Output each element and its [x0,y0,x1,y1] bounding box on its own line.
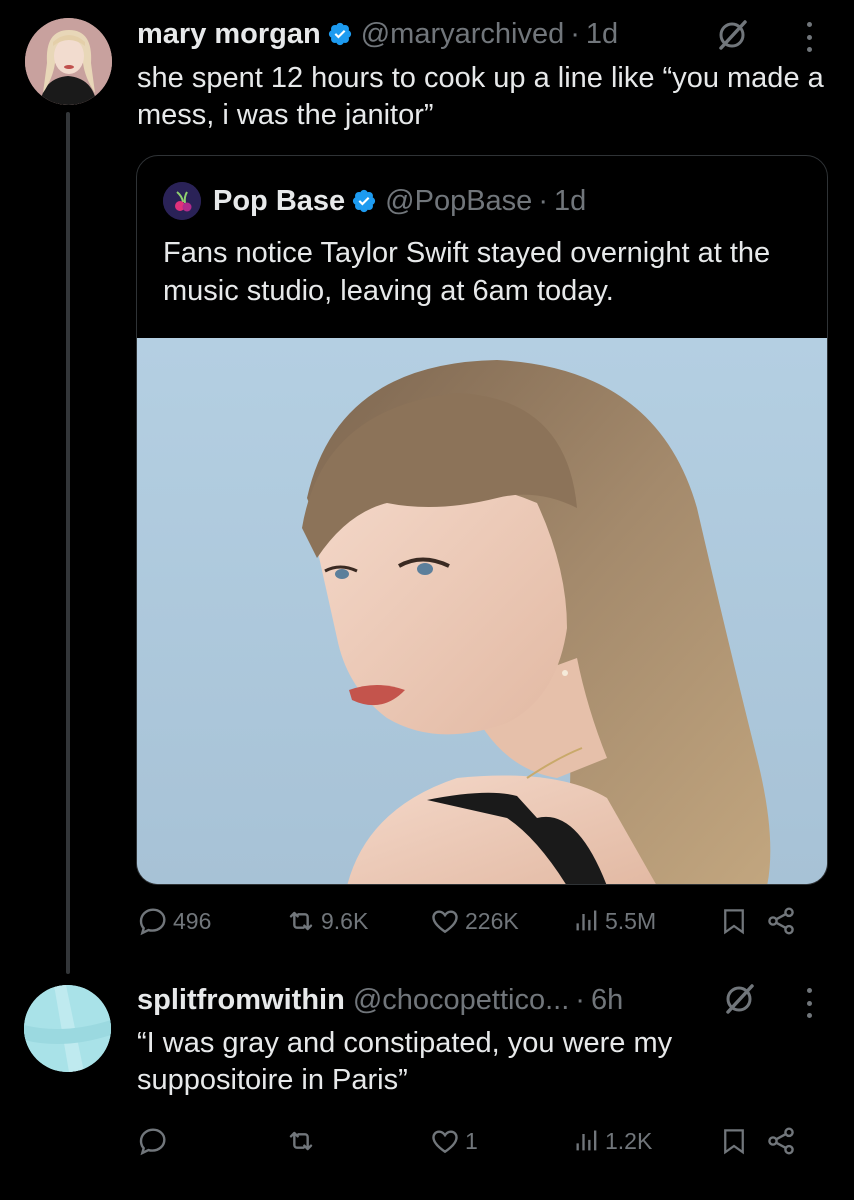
like-count: 226K [465,907,519,934]
repost-icon [289,911,313,931]
bookmark-icon [724,909,744,935]
more-options-icon[interactable] [804,988,814,1018]
views-button[interactable]: 1.2K [573,1125,652,1157]
separator-dot: · [538,184,548,217]
quoted-tweet-header: Pop Base @PopBase · 1d [163,182,586,220]
views-chart-icon [576,910,597,931]
thread-line [66,112,70,974]
author-handle[interactable]: @maryarchived [361,18,565,51]
repost-button[interactable]: 9.6K [285,905,368,937]
quoted-author-handle[interactable]: @PopBase [385,185,532,218]
quoted-avatar[interactable] [163,182,201,220]
share-button[interactable] [765,905,797,937]
grok-icon[interactable] [715,18,749,52]
bookmark-button[interactable] [719,905,749,937]
views-count: 5.5M [605,907,657,934]
repost-count: 9.6K [321,907,369,934]
repost-button[interactable] [285,1125,321,1157]
cherry-logo-icon [163,182,201,220]
quoted-author-name[interactable]: Pop Base [213,185,345,218]
share-button[interactable] [765,1125,797,1157]
reply-button[interactable]: 496 [137,905,211,937]
author-handle[interactable]: @chocopettico... [353,984,569,1017]
bookmark-button[interactable] [719,1125,749,1157]
avatar[interactable] [25,18,112,105]
reply-count: 496 [173,907,212,934]
reply-icon [139,1128,166,1156]
like-button[interactable]: 226K [429,905,519,937]
reply-icon [139,908,166,936]
tweet-actions: 1 1.2K [137,1125,817,1165]
bookmark-icon [724,1129,744,1155]
verified-badge-icon [328,22,351,46]
timestamp[interactable]: 6h [591,984,623,1017]
quoted-timestamp[interactable]: 1d [554,185,586,218]
tweet-text: she spent 12 hours to cook up a line lik… [137,62,824,131]
more-options-icon[interactable] [804,22,814,52]
views-button[interactable]: 5.5M [573,905,656,937]
reply-button[interactable] [137,1125,173,1157]
separator-dot: · [570,17,580,50]
tweet-actions: 496 9.6K 226K 5.5M [137,905,817,945]
grok-icon[interactable] [722,982,756,1016]
heart-icon [432,910,458,934]
tweet-header: mary morgan @maryarchived · 1d [137,14,618,54]
views-count: 1.2K [605,1127,653,1154]
timestamp[interactable]: 1d [586,18,618,51]
author-name[interactable]: splitfromwithin [137,984,345,1017]
repost-icon [289,1131,313,1151]
like-button[interactable]: 1 [429,1125,478,1157]
like-count: 1 [465,1127,478,1154]
avatar[interactable] [24,985,111,1072]
share-icon [768,907,794,935]
author-name[interactable]: mary morgan [137,18,321,51]
share-icon [768,1127,794,1155]
heart-icon [432,1130,458,1154]
tweet-header: splitfromwithin @chocopettico... · 6h [137,980,623,1020]
separator-dot: · [575,983,585,1016]
quoted-tweet[interactable]: Pop Base @PopBase · 1d Fans notice Taylo… [136,155,828,885]
quoted-tweet-photo[interactable] [137,338,827,884]
tweet-text: “I was gray and constipated, you were my… [137,1027,673,1096]
verified-badge-icon [353,189,376,213]
views-chart-icon [576,1130,597,1151]
quoted-tweet-text: Fans notice Taylor Swift stayed overnigh… [163,237,771,307]
